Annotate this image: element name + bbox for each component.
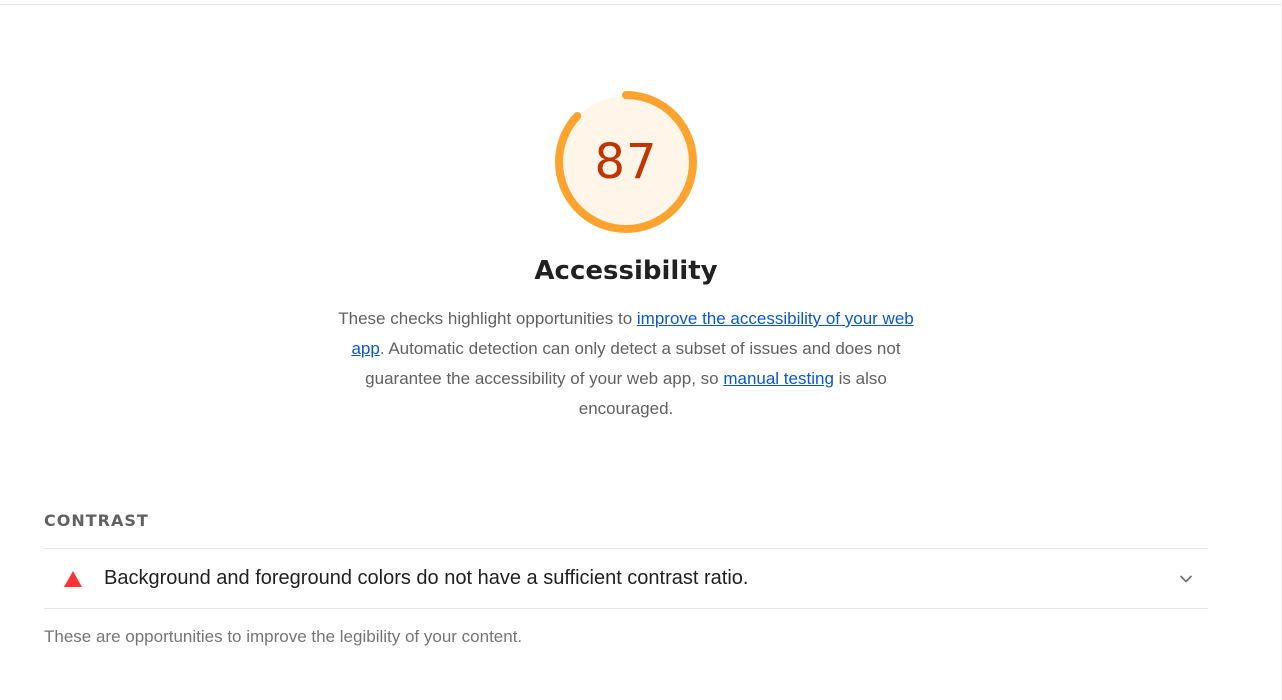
description-text-before: These checks highlight opportunities to (338, 309, 637, 328)
group-title: CONTRAST (44, 511, 149, 530)
score-value: 87 (594, 134, 658, 190)
category-title: Accessibility (534, 256, 718, 286)
fail-triangle-icon (64, 571, 82, 587)
audit-title: Background and foreground colors do not … (104, 567, 749, 589)
chevron-down-icon[interactable] (1178, 571, 1194, 587)
top-divider (0, 4, 1282, 5)
category-description: These checks highlight opportunities to … (326, 304, 926, 424)
group-description: These are opportunities to improve the l… (44, 627, 523, 646)
manual-testing-link[interactable]: manual testing (723, 369, 834, 388)
score-gauge[interactable]: 87 (551, 87, 701, 237)
audit-row-color-contrast[interactable]: Background and foreground colors do not … (44, 548, 1208, 609)
